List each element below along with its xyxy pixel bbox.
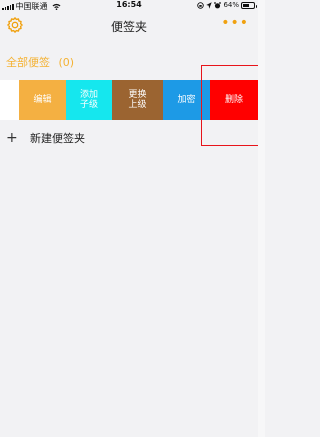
all-notes-label: 全部便签 [6, 56, 50, 69]
battery-fill [243, 3, 250, 7]
all-notes-count: (0) [58, 56, 75, 69]
all-notes-item[interactable]: 全部便签 (0) [6, 54, 74, 70]
new-folder-label: 新建便签夹 [30, 132, 85, 145]
add-child-label-line1: 添加 [79, 90, 98, 100]
plus-icon: + [6, 130, 18, 146]
battery-percent: 64% [223, 1, 239, 9]
page-title: 便签夹 [110, 20, 147, 34]
new-folder-button[interactable]: + 新建便签夹 [6, 129, 85, 147]
status-right: 64% [197, 1, 257, 9]
highlight-box [201, 65, 263, 146]
folder-row-content[interactable] [0, 80, 19, 120]
rotation-lock-icon [197, 1, 205, 9]
change-parent-button[interactable]: 更换 上级 [112, 80, 163, 120]
encrypt-label: 加密 [177, 95, 196, 105]
more-options-button[interactable]: ••• [221, 16, 249, 30]
location-icon [206, 1, 213, 9]
app-screen: 中国联通 16:54 64% 便签夹 ••• 全部便签 (0) 编辑 添加 子级… [0, 0, 263, 437]
edit-button[interactable]: 编辑 [19, 80, 66, 120]
edit-label: 编辑 [33, 95, 52, 105]
nav-bar: 便签夹 ••• [0, 12, 258, 40]
change-parent-label-line1: 更换 [128, 90, 147, 100]
status-bar: 中国联通 16:54 64% [0, 0, 258, 12]
add-child-label-line2: 子级 [79, 100, 98, 110]
battery-icon [241, 1, 257, 9]
change-parent-label-line2: 上级 [128, 100, 147, 110]
side-strip [258, 0, 265, 437]
alarm-icon [214, 1, 222, 8]
add-child-button[interactable]: 添加 子级 [66, 80, 112, 120]
